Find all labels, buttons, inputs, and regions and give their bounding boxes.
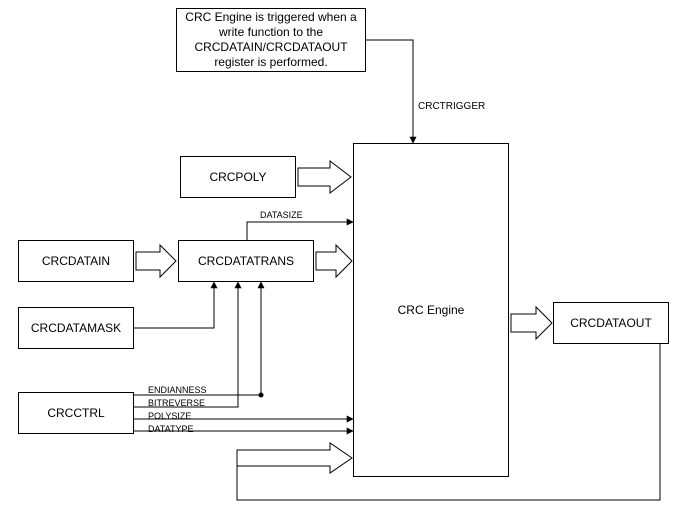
label-crcdataout: CRCDATAOUT — [570, 316, 652, 331]
label-datasize: DATASIZE — [260, 210, 303, 220]
label-crcdatain: CRCDATAIN — [42, 254, 110, 269]
blockarrow-crcdataout — [511, 307, 552, 339]
box-crcdatamask: CRCDATAMASK — [18, 307, 134, 349]
box-crcengine: CRC Engine — [353, 143, 509, 477]
label-crctrigger: CRCTRIGGER — [418, 101, 485, 112]
box-crcctrl: CRCCTRL — [18, 392, 134, 434]
label-polysize: POLYSIZE — [148, 411, 191, 421]
box-crcpoly: CRCPOLY — [180, 156, 296, 198]
note-box: CRC Engine is triggered when a write fun… — [176, 8, 366, 72]
box-crcdatain: CRCDATAIN — [18, 240, 134, 282]
blockarrow-crcpoly — [298, 161, 351, 193]
label-crcengine: CRC Engine — [398, 303, 465, 318]
diagram-canvas: CRC Engine is triggered when a write fun… — [0, 0, 690, 519]
label-endianness: ENDIANNESS — [148, 385, 207, 395]
label-remainder: REMAINDER [31:0] — [248, 453, 327, 463]
label-crcctrl: CRCCTRL — [47, 406, 104, 421]
label-datatype: DATATYPE — [148, 424, 194, 434]
box-crcdatatrans: CRCDATATRANS — [178, 240, 314, 282]
label-crcpoly: CRCPOLY — [209, 170, 266, 185]
label-crcdatatrans: CRCDATATRANS — [198, 254, 294, 269]
label-crcdatamask: CRCDATAMASK — [31, 321, 121, 336]
blockarrow-crcdatatrans — [316, 245, 352, 277]
box-crcdataout: CRCDATAOUT — [553, 302, 669, 344]
blockarrow-crcdatain — [136, 245, 176, 277]
label-bitreverse: BITREVERSE — [148, 398, 205, 408]
note-text: CRC Engine is triggered when a write fun… — [181, 10, 361, 70]
